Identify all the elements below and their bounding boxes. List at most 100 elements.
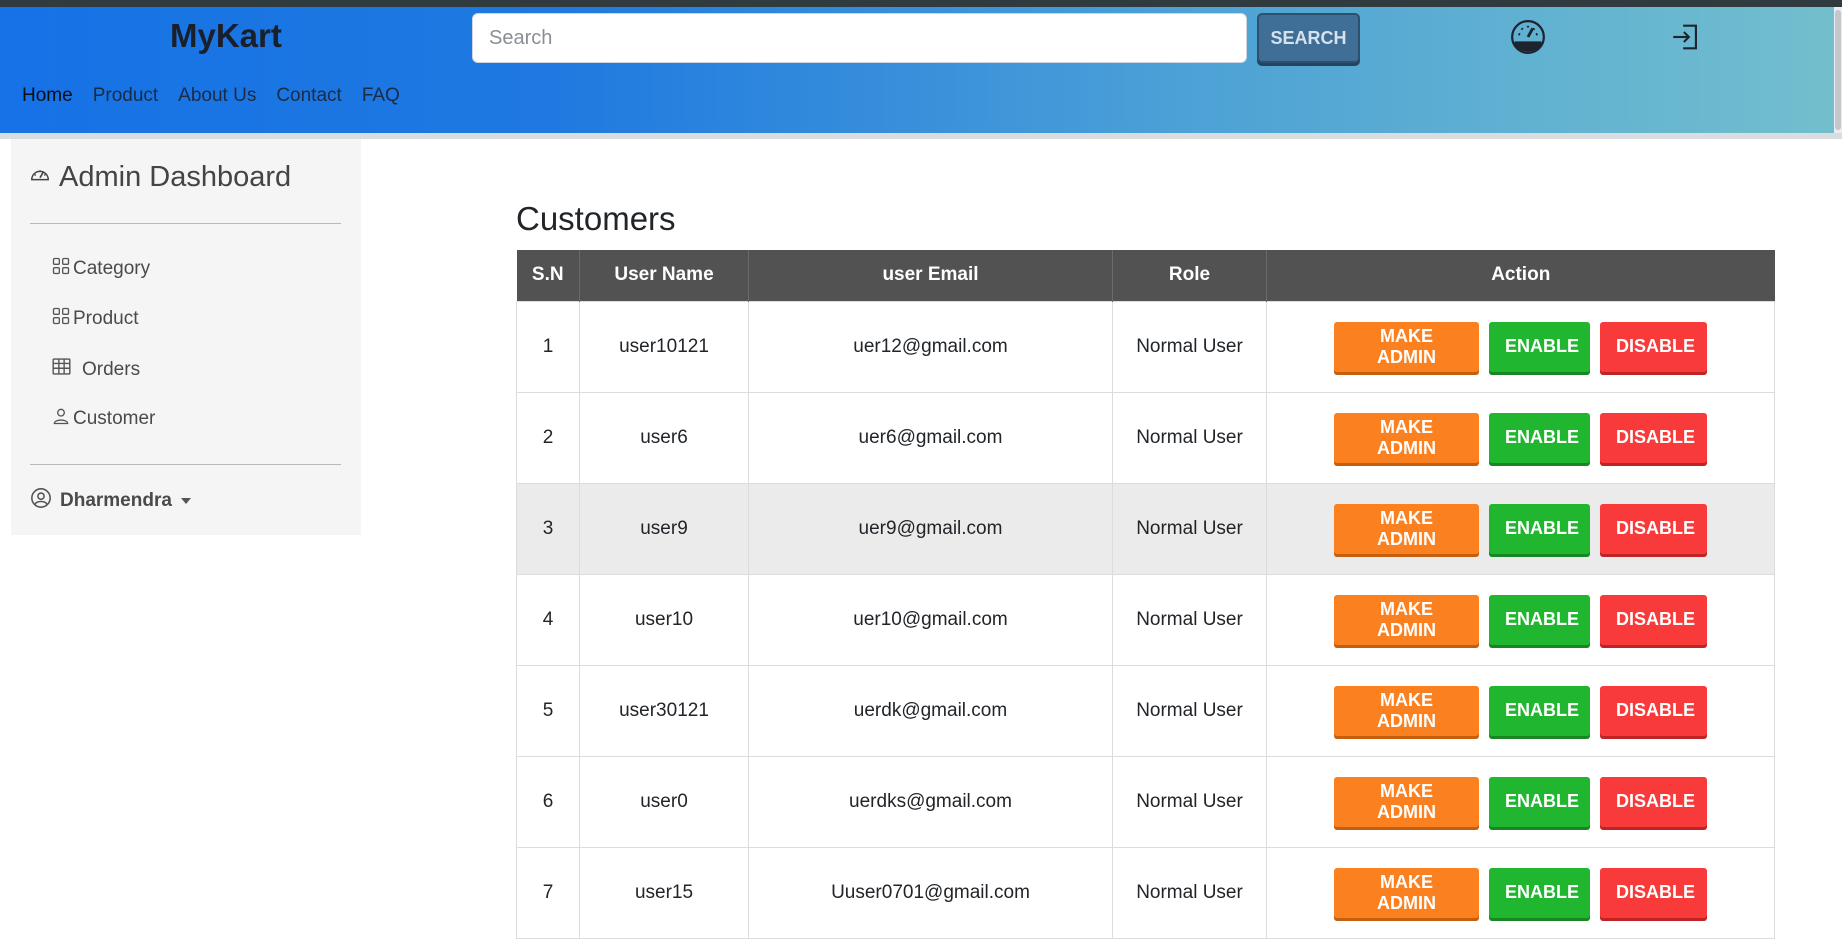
enable-button[interactable]: ENABLE (1489, 412, 1590, 463)
caret-down-icon (180, 490, 192, 512)
cell-user-email: uer6@gmail.com (748, 391, 1113, 484)
enable-button[interactable]: ENABLE (1489, 594, 1590, 645)
cell-sn: 2 (516, 391, 580, 484)
sidebar-item-label: Customer (73, 408, 156, 429)
column-header-role: Role (1112, 250, 1267, 301)
disable-button[interactable]: DISABLE (1600, 776, 1707, 827)
nav-link-home[interactable]: Home (22, 85, 73, 107)
nav-link-about-us[interactable]: About Us (178, 85, 256, 107)
sidebar-item-orders[interactable]: Orders (51, 356, 140, 383)
cell-role: Normal User (1112, 846, 1267, 939)
dashboard-icon[interactable] (1506, 15, 1550, 59)
cell-actions: MAKE ADMIN ENABLE DISABLE (1266, 573, 1775, 666)
cell-user-email: Uuser0701@gmail.com (748, 846, 1113, 939)
table-row: 4 user10 uer10@gmail.com Normal User MAK… (516, 573, 1775, 666)
sidebar-item-category[interactable]: Category (51, 256, 150, 282)
search-input[interactable] (472, 13, 1247, 63)
table-row: 3 user9 uer9@gmail.com Normal User MAKE … (516, 482, 1775, 575)
sidebar-item-customer[interactable]: Customer (51, 406, 155, 432)
column-header-action: Action (1266, 250, 1775, 301)
enable-button[interactable]: ENABLE (1489, 321, 1590, 372)
grid-icon (51, 306, 71, 332)
column-header-sn: S.N (516, 250, 580, 301)
make-admin-button[interactable]: MAKE ADMIN (1334, 685, 1479, 736)
cell-user-name: user30121 (579, 664, 749, 757)
cell-role: Normal User (1112, 482, 1267, 575)
sidebar-divider (30, 223, 341, 224)
cell-user-name: user9 (579, 482, 749, 575)
user-name: Dharmendra (60, 490, 172, 511)
cell-user-name: user15 (579, 846, 749, 939)
cell-user-name: user0 (579, 755, 749, 848)
customers-table-body: 1 user10121 uer12@gmail.com Normal User … (516, 300, 1775, 939)
table-row: 6 user0 uerdks@gmail.com Normal User MAK… (516, 755, 1775, 848)
sidebar-title: Admin Dashboard (29, 161, 291, 194)
disable-button[interactable]: DISABLE (1600, 867, 1707, 918)
cell-role: Normal User (1112, 664, 1267, 757)
nav-link-faq[interactable]: FAQ (362, 85, 400, 107)
cell-sn: 1 (516, 300, 580, 393)
admin-sidebar: Admin Dashboard Category Product Orders … (11, 139, 361, 535)
cell-role: Normal User (1112, 391, 1267, 484)
search-button[interactable]: SEARCH (1257, 13, 1360, 63)
user-avatar-icon (30, 487, 52, 515)
customers-table: S.N User Name user Email Role Action 1 u… (516, 250, 1775, 939)
user-dropdown[interactable]: Dharmendra (30, 487, 192, 515)
sidebar-item-label: Orders (82, 358, 141, 380)
login-icon[interactable] (1664, 15, 1708, 59)
nav-link-contact[interactable]: Contact (276, 85, 341, 107)
person-icon (51, 406, 71, 432)
disable-button[interactable]: DISABLE (1600, 412, 1707, 463)
cell-user-name: user10121 (579, 300, 749, 393)
make-admin-button[interactable]: MAKE ADMIN (1334, 776, 1479, 827)
make-admin-button[interactable]: MAKE ADMIN (1334, 503, 1479, 554)
make-admin-button[interactable]: MAKE ADMIN (1334, 867, 1479, 918)
disable-button[interactable]: DISABLE (1600, 594, 1707, 645)
make-admin-button[interactable]: MAKE ADMIN (1334, 412, 1479, 463)
table-row: 5 user30121 uerdk@gmail.com Normal User … (516, 664, 1775, 757)
disable-button[interactable]: DISABLE (1600, 321, 1707, 372)
sidebar-item-label: Category (73, 258, 151, 279)
scrollbar-thumb[interactable] (1835, 10, 1841, 130)
brand-logo[interactable]: MyKart (170, 17, 282, 55)
cell-actions: MAKE ADMIN ENABLE DISABLE (1266, 755, 1775, 848)
table-header-row: S.N User Name user Email Role Action (516, 250, 1775, 301)
cell-role: Normal User (1112, 573, 1267, 666)
table-row: 7 user15 Uuser0701@gmail.com Normal User… (516, 846, 1775, 939)
column-header-user-name: User Name (579, 250, 749, 301)
disable-button[interactable]: DISABLE (1600, 685, 1707, 736)
disable-button[interactable]: DISABLE (1600, 503, 1707, 554)
table-row: 2 user6 uer6@gmail.com Normal User MAKE … (516, 391, 1775, 484)
sidebar-title-text: Admin Dashboard (59, 161, 292, 193)
sidebar-item-product[interactable]: Product (51, 306, 138, 332)
cell-actions: MAKE ADMIN ENABLE DISABLE (1266, 391, 1775, 484)
cell-user-email: uer9@gmail.com (748, 482, 1113, 575)
cell-actions: MAKE ADMIN ENABLE DISABLE (1266, 482, 1775, 575)
cell-actions: MAKE ADMIN ENABLE DISABLE (1266, 846, 1775, 939)
sidebar-divider (30, 464, 341, 465)
enable-button[interactable]: ENABLE (1489, 503, 1590, 554)
page-title: Customers (516, 200, 676, 237)
grid-icon (51, 256, 71, 282)
cell-sn: 4 (516, 573, 580, 666)
enable-button[interactable]: ENABLE (1489, 776, 1590, 827)
enable-button[interactable]: ENABLE (1489, 867, 1590, 918)
cell-sn: 6 (516, 755, 580, 848)
cell-user-name: user10 (579, 573, 749, 666)
cell-role: Normal User (1112, 755, 1267, 848)
enable-button[interactable]: ENABLE (1489, 685, 1590, 736)
cell-sn: 3 (516, 482, 580, 575)
table-row: 1 user10121 uer12@gmail.com Normal User … (516, 300, 1775, 393)
dashboard-icon (29, 161, 51, 194)
cell-user-email: uerdks@gmail.com (748, 755, 1113, 848)
cell-user-email: uerdk@gmail.com (748, 664, 1113, 757)
nav-link-product[interactable]: Product (93, 85, 158, 107)
column-header-user-email: user Email (748, 250, 1113, 301)
cell-user-email: uer12@gmail.com (748, 300, 1113, 393)
make-admin-button[interactable]: MAKE ADMIN (1334, 321, 1479, 372)
cell-sn: 7 (516, 846, 580, 939)
make-admin-button[interactable]: MAKE ADMIN (1334, 594, 1479, 645)
cell-user-name: user6 (579, 391, 749, 484)
sidebar-item-label: Product (73, 308, 139, 329)
table-icon (51, 356, 72, 383)
